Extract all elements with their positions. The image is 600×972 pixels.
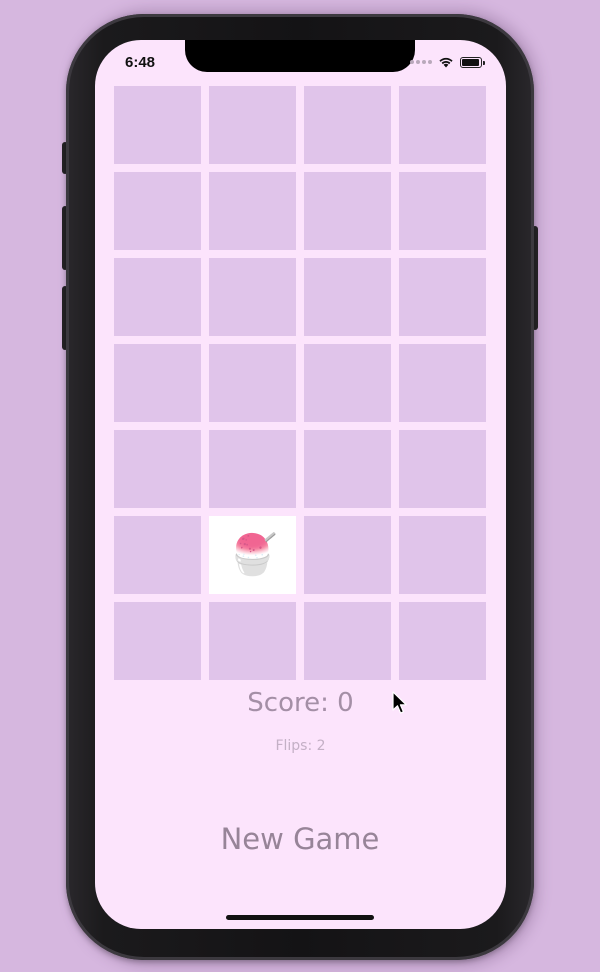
status-time: 6:48: [125, 54, 156, 71]
score-label: Score: 0: [247, 688, 354, 718]
card-face-down[interactable]: [304, 516, 391, 594]
battery-icon: [460, 56, 485, 68]
flips-label: Flips: 2: [275, 738, 326, 754]
status-icons: [410, 55, 485, 69]
card-grid: 🍧: [114, 86, 487, 680]
card-face-down[interactable]: [209, 172, 296, 250]
card-face-down[interactable]: [209, 602, 296, 680]
card-face-down[interactable]: [114, 344, 201, 422]
shaved-ice-emoji: 🍧: [227, 532, 278, 578]
card-face-down[interactable]: [209, 344, 296, 422]
card-face-down[interactable]: [209, 430, 296, 508]
card-face-down[interactable]: [304, 258, 391, 336]
card-face-down[interactable]: [114, 86, 201, 164]
card-face-down[interactable]: [399, 172, 486, 250]
card-face-down[interactable]: [114, 430, 201, 508]
card-face-down[interactable]: [399, 602, 486, 680]
wifi-icon: [439, 57, 453, 68]
card-face-down[interactable]: [399, 344, 486, 422]
new-game-button[interactable]: New Game: [200, 816, 400, 862]
card-face-down[interactable]: [304, 86, 391, 164]
home-indicator[interactable]: [226, 915, 374, 920]
card-face-down[interactable]: [304, 430, 391, 508]
card-face-down[interactable]: [114, 602, 201, 680]
card-face-down[interactable]: [114, 516, 201, 594]
battery-level-fill: [462, 58, 480, 66]
card-face-down[interactable]: [304, 602, 391, 680]
card-face-down[interactable]: [114, 258, 201, 336]
card-face-down[interactable]: [209, 86, 296, 164]
card-face-down[interactable]: [399, 258, 486, 336]
card-face-up[interactable]: 🍧: [209, 516, 296, 594]
phone-screen: 6:48 🍧 Score: 0 Flips: 2 New Game: [95, 40, 506, 929]
card-face-down[interactable]: [399, 516, 486, 594]
card-face-down[interactable]: [304, 344, 391, 422]
card-face-down[interactable]: [399, 86, 486, 164]
card-face-down[interactable]: [304, 172, 391, 250]
card-face-down[interactable]: [114, 172, 201, 250]
mouse-pointer-icon: [392, 691, 407, 714]
card-face-down[interactable]: [399, 430, 486, 508]
card-face-down[interactable]: [209, 258, 296, 336]
notch: [185, 40, 415, 72]
cellular-dots-icon: [410, 60, 432, 64]
